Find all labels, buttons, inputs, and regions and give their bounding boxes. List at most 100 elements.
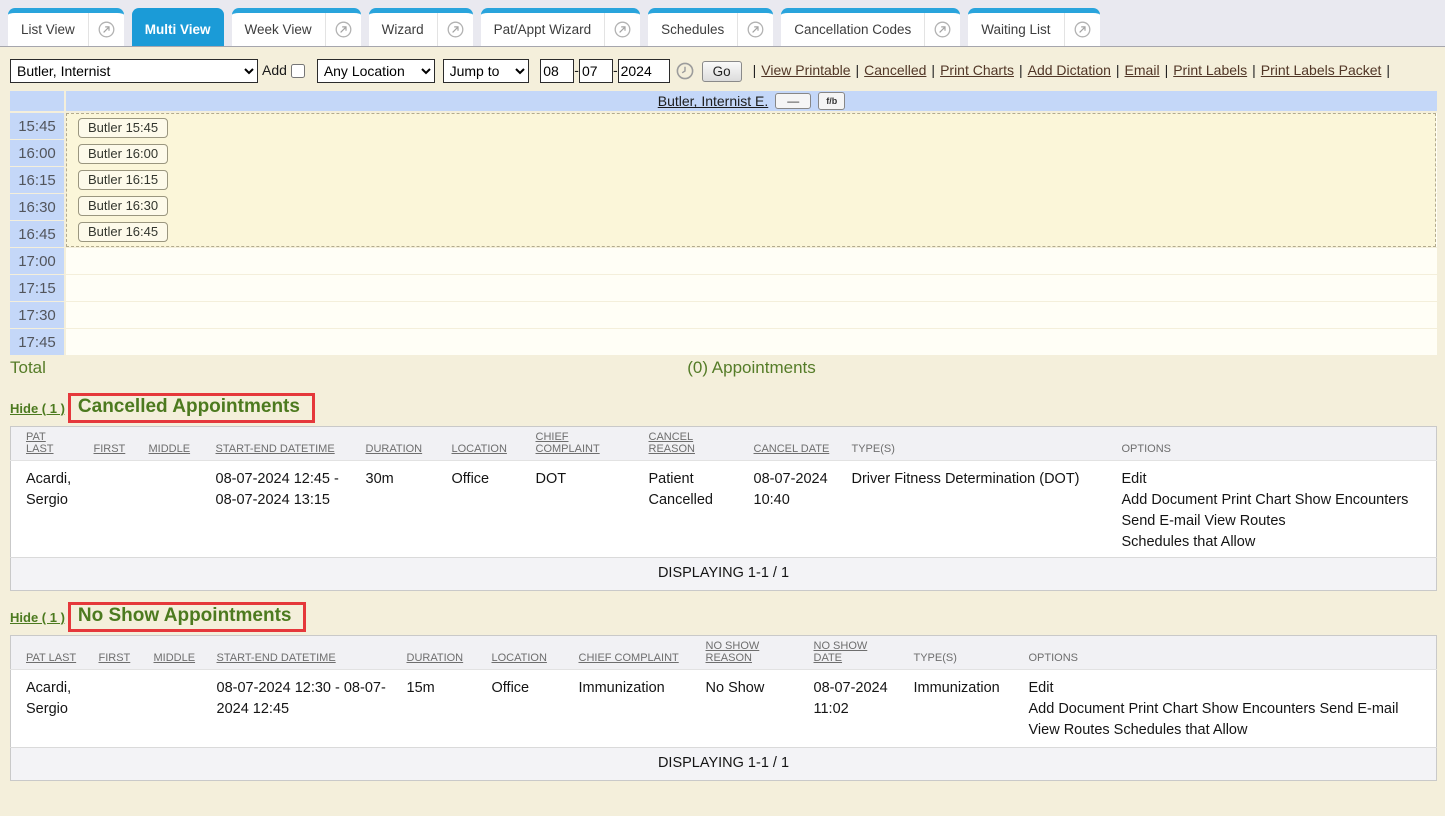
time-label: 16:30 bbox=[10, 194, 64, 220]
view-printable-link[interactable]: View Printable bbox=[761, 62, 850, 78]
column-header-cancel-reason[interactable]: CANCEL REASON bbox=[649, 431, 695, 455]
cell-options: Edit Add Document Print Chart Show Encou… bbox=[1021, 670, 1437, 748]
column-header-duration[interactable]: DURATION bbox=[407, 652, 464, 664]
cell-location: Office bbox=[484, 670, 571, 748]
open-new-window-icon[interactable] bbox=[604, 13, 640, 46]
highlight-box-cancelled: Cancelled Appointments bbox=[68, 393, 315, 423]
column-header-noshow-date[interactable]: NO SHOW DATE bbox=[814, 640, 868, 664]
tab-pat-appt-wizard[interactable]: Pat/Appt Wizard bbox=[481, 8, 641, 46]
minimize-column-button[interactable]: — bbox=[775, 93, 811, 109]
open-slot-button[interactable]: Butler 15:45 bbox=[78, 118, 168, 138]
schedule-row[interactable] bbox=[66, 275, 1437, 301]
column-header-location[interactable]: LOCATION bbox=[492, 652, 547, 664]
schedule-row[interactable] bbox=[66, 329, 1437, 355]
open-slot-button[interactable]: Butler 16:15 bbox=[78, 170, 168, 190]
link-separator: | bbox=[856, 62, 860, 78]
row-actions[interactable]: Add Document Print Chart Show Encounters bbox=[1122, 490, 1425, 511]
time-label: 16:00 bbox=[10, 140, 64, 166]
edit-action[interactable]: Edit bbox=[1122, 469, 1425, 490]
date-year-field[interactable] bbox=[618, 59, 670, 83]
cell-chief-complaint: DOT bbox=[528, 461, 641, 558]
open-new-window-icon[interactable] bbox=[325, 13, 361, 46]
open-slot-button[interactable]: Butler 16:00 bbox=[78, 144, 168, 164]
front-back-button[interactable]: f/b bbox=[818, 92, 845, 110]
open-new-window-icon[interactable] bbox=[437, 13, 473, 46]
cell-datetime: 08-07-2024 12:45 - 08-07-2024 13:15 bbox=[208, 461, 358, 558]
column-header-datetime[interactable]: START-END DATETIME bbox=[217, 652, 336, 664]
column-header-types: TYPE(S) bbox=[852, 443, 895, 455]
date-month-field[interactable] bbox=[540, 59, 574, 83]
schedule-row[interactable] bbox=[66, 302, 1437, 328]
column-header-cancel-date[interactable]: CANCEL DATE bbox=[754, 443, 830, 455]
row-actions[interactable]: Schedules that Allow bbox=[1122, 532, 1425, 553]
column-header-duration[interactable]: DURATION bbox=[366, 443, 423, 455]
time-label: 16:45 bbox=[10, 221, 64, 247]
go-button[interactable]: Go bbox=[702, 61, 742, 82]
time-label: 17:15 bbox=[10, 275, 64, 301]
tab-week-view[interactable]: Week View bbox=[232, 8, 361, 46]
grid-body: 15:45 16:00 16:15 16:30 16:45 17:00 17:1… bbox=[10, 113, 1437, 355]
add-checkbox-label: Add bbox=[262, 62, 287, 78]
tab-waiting-list[interactable]: Waiting List bbox=[968, 8, 1099, 46]
cancelled-hide-link[interactable]: Hide ( 1 ) bbox=[10, 401, 65, 416]
row-actions[interactable]: View Routes Schedules that Allow bbox=[1029, 720, 1425, 741]
print-labels-link[interactable]: Print Labels bbox=[1173, 62, 1247, 78]
cancelled-header-row: PAT LAST FIRST MIDDLE START-END DATETIME… bbox=[11, 427, 1437, 461]
column-header-middle[interactable]: MIDDLE bbox=[154, 652, 196, 664]
cell-pat-last: Acardi, Sergio bbox=[11, 461, 86, 558]
edit-action[interactable]: Edit bbox=[1029, 678, 1425, 699]
open-new-window-icon[interactable] bbox=[737, 13, 773, 46]
column-header-datetime[interactable]: START-END DATETIME bbox=[216, 443, 335, 455]
highlight-box-noshow: No Show Appointments bbox=[68, 602, 307, 632]
cancelled-appointments-table: PAT LAST FIRST MIDDLE START-END DATETIME… bbox=[10, 426, 1437, 591]
noshow-header-row: PAT LAST FIRST MIDDLE START-END DATETIME… bbox=[11, 636, 1437, 670]
print-charts-link[interactable]: Print Charts bbox=[940, 62, 1014, 78]
open-new-window-icon[interactable] bbox=[1064, 13, 1100, 46]
column-header-chief-complaint[interactable]: CHIEF COMPLAINT bbox=[536, 431, 600, 455]
cell-duration: 15m bbox=[399, 670, 484, 748]
column-header-location[interactable]: LOCATION bbox=[452, 443, 507, 455]
grid-corner-cell bbox=[10, 91, 64, 111]
cancelled-link[interactable]: Cancelled bbox=[864, 62, 926, 78]
provider-header-link[interactable]: Butler, Internist E. bbox=[658, 93, 769, 109]
column-header-first[interactable]: FIRST bbox=[99, 652, 131, 664]
add-checkbox[interactable] bbox=[291, 64, 305, 78]
provider-column-header: Butler, Internist E. — f/b bbox=[66, 91, 1437, 111]
clock-icon[interactable] bbox=[676, 62, 694, 80]
tab-wizard[interactable]: Wizard bbox=[369, 8, 473, 46]
link-separator: | bbox=[1116, 62, 1120, 78]
jump-to-select[interactable]: Jump to bbox=[443, 59, 529, 83]
cell-noshow-reason: No Show bbox=[698, 670, 806, 748]
schedule-row[interactable] bbox=[66, 248, 1437, 274]
tab-cancellation-codes[interactable]: Cancellation Codes bbox=[781, 8, 960, 46]
tab-multi-view[interactable]: Multi View bbox=[132, 8, 224, 46]
cancelled-section-header: Hide ( 1 ) Cancelled Appointments bbox=[10, 393, 1437, 423]
tab-schedules[interactable]: Schedules bbox=[648, 8, 773, 46]
row-actions[interactable]: Send E-mail View Routes bbox=[1122, 511, 1425, 532]
column-header-pat-last[interactable]: PAT LAST bbox=[26, 431, 54, 455]
row-actions[interactable]: Add Document Print Chart Show Encounters… bbox=[1029, 699, 1425, 720]
tab-list-view[interactable]: List View bbox=[8, 8, 124, 46]
add-dictation-link[interactable]: Add Dictation bbox=[1028, 62, 1111, 78]
noshow-appointment-row: Acardi, Sergio 08-07-2024 12:30 - 08-07-… bbox=[11, 670, 1437, 748]
column-header-middle[interactable]: MIDDLE bbox=[149, 443, 191, 455]
cell-duration: 30m bbox=[358, 461, 444, 558]
noshow-paging-status: DISPLAYING 1-1 / 1 bbox=[11, 748, 1437, 781]
open-slot-button[interactable]: Butler 16:45 bbox=[78, 222, 168, 242]
noshow-hide-link[interactable]: Hide ( 1 ) bbox=[10, 610, 65, 625]
provider-select[interactable]: Butler, Internist bbox=[10, 59, 258, 83]
link-separator: | bbox=[753, 62, 757, 78]
open-slot-button[interactable]: Butler 16:30 bbox=[78, 196, 168, 216]
email-link[interactable]: Email bbox=[1125, 62, 1160, 78]
column-header-noshow-reason[interactable]: NO SHOW REASON bbox=[706, 640, 760, 664]
location-select[interactable]: Any Location bbox=[317, 59, 435, 83]
cell-types: Driver Fitness Determination (DOT) bbox=[844, 461, 1114, 558]
column-header-pat-last[interactable]: PAT LAST bbox=[26, 652, 76, 664]
print-labels-packet-link[interactable]: Print Labels Packet bbox=[1261, 62, 1382, 78]
column-header-first[interactable]: FIRST bbox=[94, 443, 126, 455]
column-header-chief-complaint[interactable]: CHIEF COMPLAINT bbox=[579, 652, 679, 664]
open-new-window-icon[interactable] bbox=[88, 13, 124, 46]
open-new-window-icon[interactable] bbox=[924, 13, 960, 46]
column-header-types: TYPE(S) bbox=[914, 652, 957, 664]
date-day-field[interactable] bbox=[579, 59, 613, 83]
